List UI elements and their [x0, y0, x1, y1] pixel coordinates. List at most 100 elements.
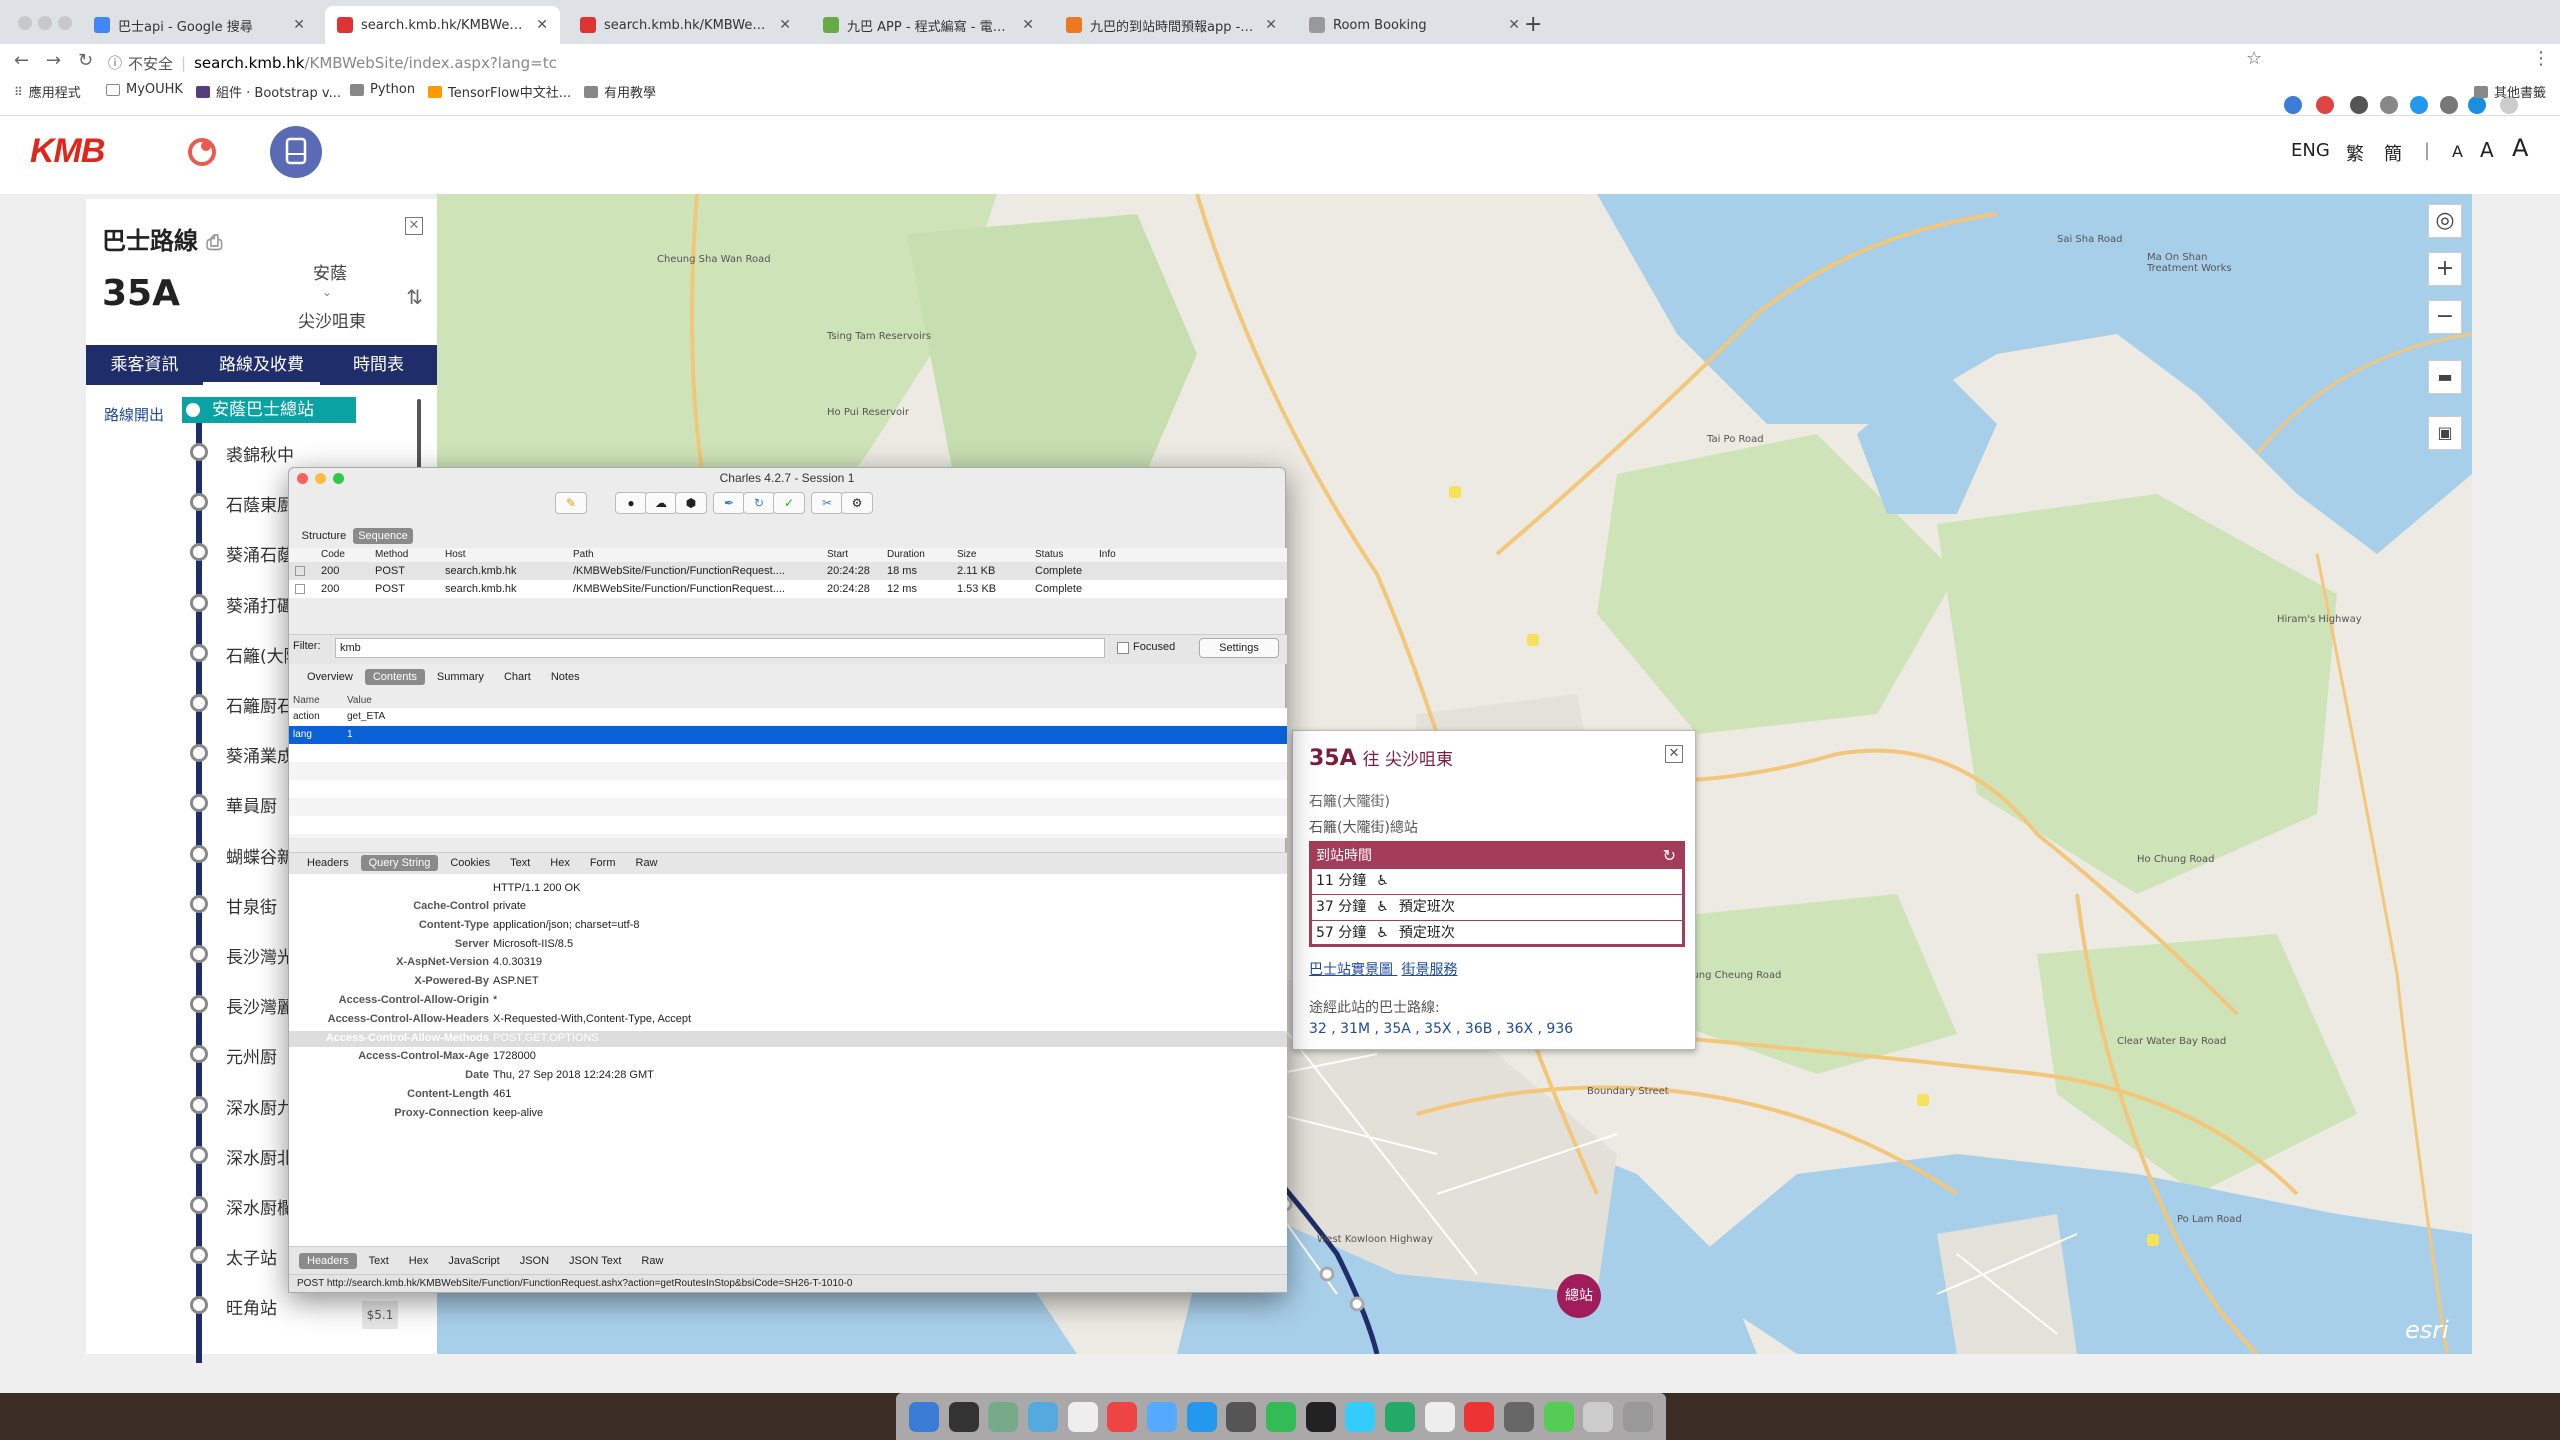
- address-bar[interactable]: ⓘ 不安全 | search.kmb.hk /KMBWebSite/index.…: [108, 48, 557, 78]
- throttle-icon[interactable]: ☁: [645, 492, 677, 514]
- tab-close-icon[interactable]: ✕: [536, 17, 548, 33]
- tab-summary[interactable]: Summary: [429, 669, 492, 685]
- tools-icon[interactable]: ✂: [811, 492, 843, 514]
- tab-structure[interactable]: Structure: [299, 528, 349, 544]
- request-row[interactable]: 200 POST search.kmb.hk/KMBWebSite/Function…: [289, 562, 1287, 580]
- window-zoom-button[interactable]: [58, 16, 72, 30]
- request-row[interactable]: 200 POST search.kmb.hk/KMBWebSite/Function…: [289, 580, 1287, 598]
- settings-icon[interactable]: ⚙: [841, 492, 873, 514]
- window-close-button[interactable]: [18, 16, 32, 30]
- browser-tab[interactable]: 九巴的到站時間預報app - 工作 ✕: [1054, 6, 1289, 44]
- request-tab-hex[interactable]: Hex: [542, 855, 578, 871]
- font-size-medium[interactable]: A: [2480, 138, 2494, 162]
- tab-passenger-info[interactable]: 乘客資訊: [86, 345, 203, 385]
- response-tab-raw[interactable]: Raw: [633, 1253, 671, 1269]
- request-tab-cookies[interactable]: Cookies: [442, 855, 498, 871]
- dock-app-icon[interactable]: [1503, 1401, 1534, 1432]
- tab-close-icon[interactable]: ✕: [1265, 17, 1277, 33]
- dock-app-icon[interactable]: [1305, 1401, 1336, 1432]
- back-icon[interactable]: ←: [14, 50, 29, 71]
- bookmark-tensorflow[interactable]: TensorFlow中文社...: [428, 82, 571, 101]
- repeat-icon[interactable]: ↻: [743, 492, 775, 514]
- extension-icon[interactable]: [2380, 96, 2398, 114]
- dock-app-icon[interactable]: [1622, 1401, 1653, 1432]
- compose-icon[interactable]: ✒: [713, 492, 745, 514]
- dock-app-icon[interactable]: [1345, 1401, 1376, 1432]
- print-icon[interactable]: ⎙: [206, 230, 222, 254]
- extension-icon[interactable]: [2316, 96, 2334, 114]
- tab-sequence[interactable]: Sequence: [353, 528, 413, 544]
- dock-app-icon[interactable]: [908, 1401, 939, 1432]
- dock-app-icon[interactable]: [1226, 1401, 1257, 1432]
- kv-row[interactable]: action get_ETA: [289, 708, 1287, 726]
- browser-tab[interactable]: 巴士api - Google 搜尋 ✕: [82, 6, 317, 44]
- route-stop[interactable]: 裘錦秋中: [86, 436, 437, 466]
- bookmark-star-icon[interactable]: ☆: [2246, 48, 2262, 69]
- menu-icon[interactable]: ⋮: [2532, 48, 2550, 69]
- settings-button[interactable]: Settings: [1199, 638, 1279, 658]
- extension-icon[interactable]: [2284, 96, 2302, 114]
- new-tab-button[interactable]: +: [1524, 12, 1542, 37]
- dock-app-icon[interactable]: [948, 1401, 979, 1432]
- tab-chart[interactable]: Chart: [496, 669, 539, 685]
- extension-icon[interactable]: [2440, 96, 2458, 114]
- kv-row[interactable]: lang 1: [289, 726, 1287, 744]
- broom-icon[interactable]: ✎: [555, 492, 587, 514]
- response-tab-json-text[interactable]: JSON Text: [561, 1253, 629, 1269]
- record-icon[interactable]: ●: [615, 492, 647, 514]
- response-tab-text[interactable]: Text: [361, 1253, 397, 1269]
- popup-close-button[interactable]: ✕: [1665, 745, 1683, 763]
- breakpoint-icon[interactable]: ⬢: [675, 492, 707, 514]
- tab-notes[interactable]: Notes: [543, 669, 588, 685]
- response-tab-headers[interactable]: Headers: [299, 1253, 357, 1269]
- reload-icon[interactable]: ↻: [78, 50, 93, 71]
- font-size-large[interactable]: A: [2512, 134, 2528, 162]
- car-icon[interactable]: ▬: [2428, 360, 2462, 394]
- dock-app-icon[interactable]: [1424, 1401, 1455, 1432]
- sidebar-close-button[interactable]: ✕: [405, 217, 423, 235]
- extension-icon[interactable]: [2410, 96, 2428, 114]
- first-stop[interactable]: 安蔭巴士總站: [182, 397, 356, 423]
- terminal-marker[interactable]: 總站: [1557, 1274, 1601, 1318]
- window-minimize-button[interactable]: [38, 16, 52, 30]
- focused-checkbox[interactable]: [1117, 642, 1129, 654]
- dock-app-icon[interactable]: [1107, 1401, 1138, 1432]
- passing-routes[interactable]: 32 , 31M , 35A , 35X , 36B , 36X , 936: [1309, 1021, 1573, 1037]
- tab-overview[interactable]: Overview: [299, 669, 361, 685]
- lang-eng[interactable]: ENG: [2291, 140, 2330, 161]
- tab-close-icon[interactable]: ✕: [1022, 17, 1034, 33]
- refresh-icon[interactable]: ↻: [1663, 844, 1676, 868]
- bus-route-icon[interactable]: [270, 126, 322, 178]
- bookmark-myouhk[interactable]: MyOUHK: [106, 82, 183, 97]
- info-icon[interactable]: ⓘ: [108, 53, 122, 73]
- tab-contents[interactable]: Contents: [364, 669, 425, 685]
- request-tab-raw[interactable]: Raw: [628, 855, 666, 871]
- zoom-out-button[interactable]: −: [2428, 300, 2462, 334]
- extension-icon[interactable]: [2350, 96, 2368, 114]
- browser-tab[interactable]: search.kmb.hk/KMBWebSite/in ✕: [325, 6, 560, 44]
- bookmark-bootstrap[interactable]: 組件 · Bootstrap v...: [196, 82, 341, 101]
- dock-app-icon[interactable]: [1027, 1401, 1058, 1432]
- dock-app-icon[interactable]: [988, 1401, 1019, 1432]
- lang-simplified[interactable]: 簡: [2384, 140, 2402, 166]
- request-tab-headers[interactable]: Headers: [299, 855, 357, 871]
- font-size-small[interactable]: A: [2452, 142, 2463, 161]
- dock-app-icon[interactable]: [1583, 1401, 1614, 1432]
- dock-app-icon[interactable]: [1464, 1401, 1495, 1432]
- dock-app-icon[interactable]: [1543, 1401, 1574, 1432]
- dock-app-icon[interactable]: [1265, 1401, 1296, 1432]
- response-tab-json[interactable]: JSON: [512, 1253, 557, 1269]
- request-tab-query-string[interactable]: Query String: [360, 855, 439, 871]
- validate-icon[interactable]: ✓: [773, 492, 805, 514]
- dock-app-icon[interactable]: [1067, 1401, 1098, 1432]
- request-tab-form[interactable]: Form: [582, 855, 624, 871]
- tab-timetable[interactable]: 時間表: [320, 345, 437, 385]
- response-tab-hex[interactable]: Hex: [401, 1253, 437, 1269]
- bookmark-python[interactable]: Python: [350, 82, 415, 97]
- dock-app-icon[interactable]: [1384, 1401, 1415, 1432]
- other-bookmarks[interactable]: 其他書籤: [2474, 82, 2546, 101]
- dock-app-icon[interactable]: [1186, 1401, 1217, 1432]
- route-search-icon[interactable]: [176, 126, 228, 178]
- filter-input[interactable]: kmb: [335, 638, 1105, 658]
- swap-direction-icon[interactable]: ⇅: [406, 285, 423, 309]
